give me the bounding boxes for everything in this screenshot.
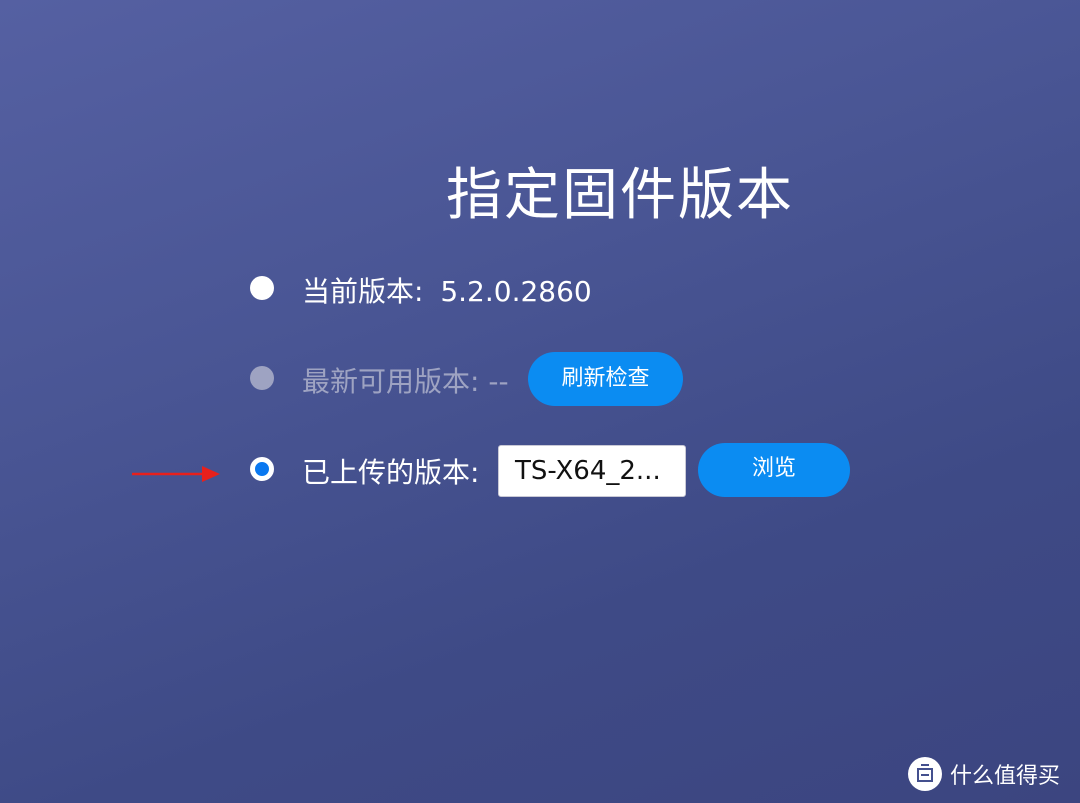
- refresh-check-button[interactable]: 刷新检查: [528, 352, 683, 406]
- radio-current-version[interactable]: [250, 276, 274, 300]
- watermark-text: 什么值得买: [950, 764, 1061, 789]
- red-arrow-icon: [132, 466, 220, 482]
- current-version-value: 5.2.0.2860: [440, 275, 592, 308]
- current-version-label: 当前版本: 5.2.0.2860: [302, 270, 592, 310]
- radio-uploaded-version[interactable]: [250, 457, 274, 481]
- browse-button[interactable]: 浏览: [698, 443, 850, 497]
- radio-latest-version[interactable]: [250, 366, 274, 390]
- zhidemai-logo-icon: [908, 757, 942, 791]
- uploaded-version-label: 已上传的版本:: [302, 456, 480, 489]
- watermark: 什么值得买: [908, 757, 1060, 791]
- uploaded-file-field[interactable]: TS-X64_2...: [498, 445, 686, 497]
- latest-version-label: 最新可用版本: --: [302, 365, 509, 398]
- current-version-label-text: 当前版本:: [302, 275, 424, 308]
- page-title: 指定固件版本: [446, 163, 794, 228]
